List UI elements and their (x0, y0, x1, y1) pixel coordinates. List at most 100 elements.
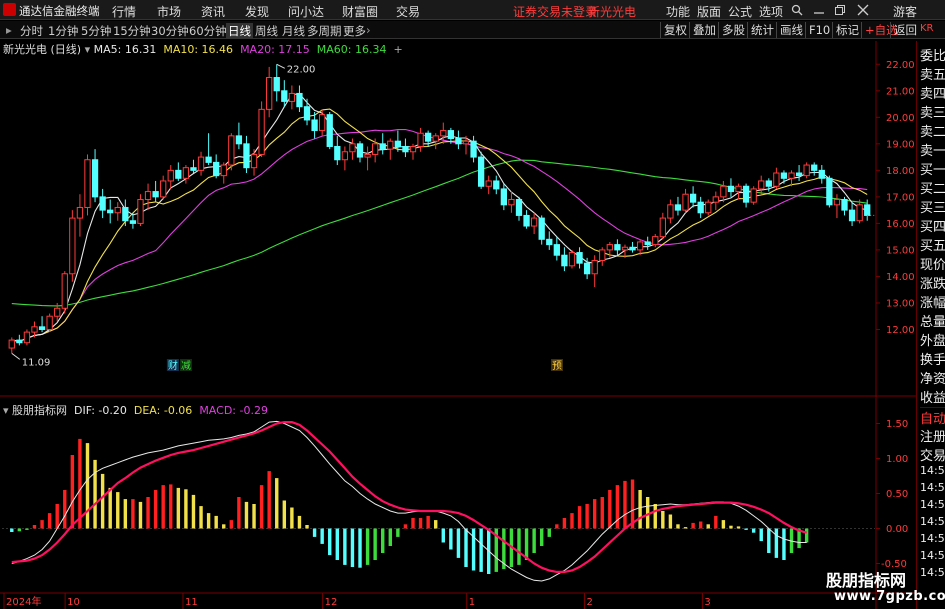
candle-body[interactable] (205, 156, 212, 163)
candle-body[interactable] (440, 130, 447, 137)
candle-body[interactable] (167, 169, 174, 182)
btn-back[interactable]: 返回 (890, 22, 920, 38)
candle-body[interactable] (629, 246, 636, 251)
candle-body[interactable] (84, 159, 91, 208)
btn-overlay[interactable]: 叠加 (689, 22, 719, 38)
candle-body[interactable] (326, 114, 333, 147)
candle-body[interactable] (16, 339, 23, 344)
candle-body[interactable] (765, 180, 772, 187)
candle-body[interactable] (576, 252, 583, 264)
toolbar-expand-icon[interactable]: ▸ (6, 23, 12, 37)
candle-body[interactable] (69, 217, 76, 275)
candle-body[interactable] (538, 217, 545, 240)
candle-body[interactable] (523, 214, 530, 227)
period-multi[interactable]: 多周期 (307, 23, 342, 39)
user-guest[interactable]: 游客 (893, 3, 917, 20)
side-register[interactable]: 注册 (920, 426, 945, 445)
legend-dropdown-icon[interactable]: ▾ (85, 43, 94, 56)
candle-body[interactable] (129, 220, 137, 224)
candle-body[interactable] (803, 164, 810, 177)
event-marker-label[interactable]: 预 (552, 360, 562, 372)
candle-body[interactable] (243, 143, 250, 169)
candle-body[interactable] (182, 167, 190, 179)
period-daily[interactable]: 日线 (226, 23, 253, 39)
candle-body[interactable] (818, 169, 825, 179)
candle-body[interactable] (705, 201, 712, 214)
candle-body[interactable] (364, 153, 371, 158)
candle-body[interactable] (394, 140, 402, 147)
candle-body[interactable] (652, 236, 659, 246)
candle-body[interactable] (720, 185, 727, 198)
candle-body[interactable] (432, 135, 439, 142)
candle-body[interactable] (349, 143, 356, 153)
candle-body[interactable] (606, 244, 613, 251)
candle-body[interactable] (76, 206, 84, 219)
indicator-dropdown-icon[interactable]: ▾ (3, 404, 12, 417)
candle-body[interactable] (493, 180, 500, 190)
candle-body[interactable] (319, 114, 326, 132)
candle-body[interactable] (387, 140, 394, 150)
candle-body[interactable] (682, 193, 689, 211)
candle-body[interactable] (23, 331, 31, 344)
period-more[interactable]: 更多 (343, 23, 366, 39)
candle-body[interactable] (561, 254, 568, 267)
candle-body[interactable] (122, 206, 129, 222)
btn-draw-line[interactable]: 画线 (776, 22, 806, 38)
candle-body[interactable] (220, 164, 227, 177)
candle-body[interactable] (402, 145, 409, 153)
menu-trade[interactable]: 交易 (396, 3, 420, 20)
candle-body[interactable] (470, 140, 477, 158)
candle-body[interactable] (341, 151, 349, 161)
candle-body[interactable] (91, 159, 99, 198)
candle-body[interactable] (689, 193, 697, 203)
menu-options[interactable]: 选项 (759, 3, 783, 20)
candle-body[interactable] (788, 172, 795, 179)
candle-body[interactable] (826, 177, 833, 206)
candle-body[interactable] (250, 153, 258, 169)
menu-quotes[interactable]: 行情 (112, 3, 136, 20)
candle-body[interactable] (266, 77, 273, 110)
candle-body[interactable] (296, 92, 303, 108)
menu-layout[interactable]: 版面 (697, 3, 721, 20)
candle-body[interactable] (546, 238, 553, 246)
candle-body[interactable] (455, 138, 462, 145)
candle-body[interactable] (137, 199, 144, 224)
candle-body[interactable] (659, 217, 666, 238)
candle-body[interactable] (8, 339, 15, 349)
candle-body[interactable] (735, 185, 742, 193)
candle-body[interactable] (281, 90, 288, 102)
candle-body[interactable] (614, 244, 621, 251)
btn-statistics[interactable]: 统计 (747, 22, 777, 38)
period-1min[interactable]: 1分钟 (48, 23, 78, 39)
period-30min[interactable]: 30分钟 (151, 23, 189, 39)
side-tab-kr[interactable]: KR (920, 23, 945, 34)
chart-area[interactable]: 22.0021.0020.0019.0018.0017.0016.0015.00… (0, 41, 916, 609)
candle-body[interactable] (447, 130, 455, 140)
candle-body[interactable] (500, 188, 507, 206)
candle-body[interactable] (841, 199, 848, 211)
candle-body[interactable] (530, 217, 538, 227)
candle-body[interactable] (356, 143, 364, 158)
candle-body[interactable] (38, 326, 46, 330)
candle-body[interactable] (848, 209, 856, 222)
period-monthly[interactable]: 月线 (282, 23, 305, 39)
menu-formula[interactable]: 公式 (728, 3, 752, 20)
candle-body[interactable] (758, 180, 765, 190)
candle-body[interactable] (273, 77, 280, 92)
menu-market[interactable]: 市场 (157, 3, 181, 20)
candle-body[interactable] (591, 260, 598, 275)
menu-ask[interactable]: 问小达 (288, 3, 324, 20)
candle-body[interactable] (621, 246, 629, 251)
close-icon[interactable] (857, 4, 869, 16)
candle-body[interactable] (712, 196, 719, 203)
btn-multi-stock[interactable]: 多股 (718, 22, 748, 38)
indicator-title[interactable]: 股朋指标网 (12, 404, 67, 417)
candle-body[interactable] (636, 241, 644, 251)
candle-body[interactable] (311, 119, 318, 132)
candle-body[interactable] (515, 199, 523, 216)
candle-body[interactable] (190, 167, 197, 171)
side-auto[interactable]: 自动 (920, 407, 945, 427)
candle-body[interactable] (114, 206, 121, 214)
btn-mark[interactable]: 标记 (832, 22, 862, 38)
candle-body[interactable] (477, 156, 485, 187)
